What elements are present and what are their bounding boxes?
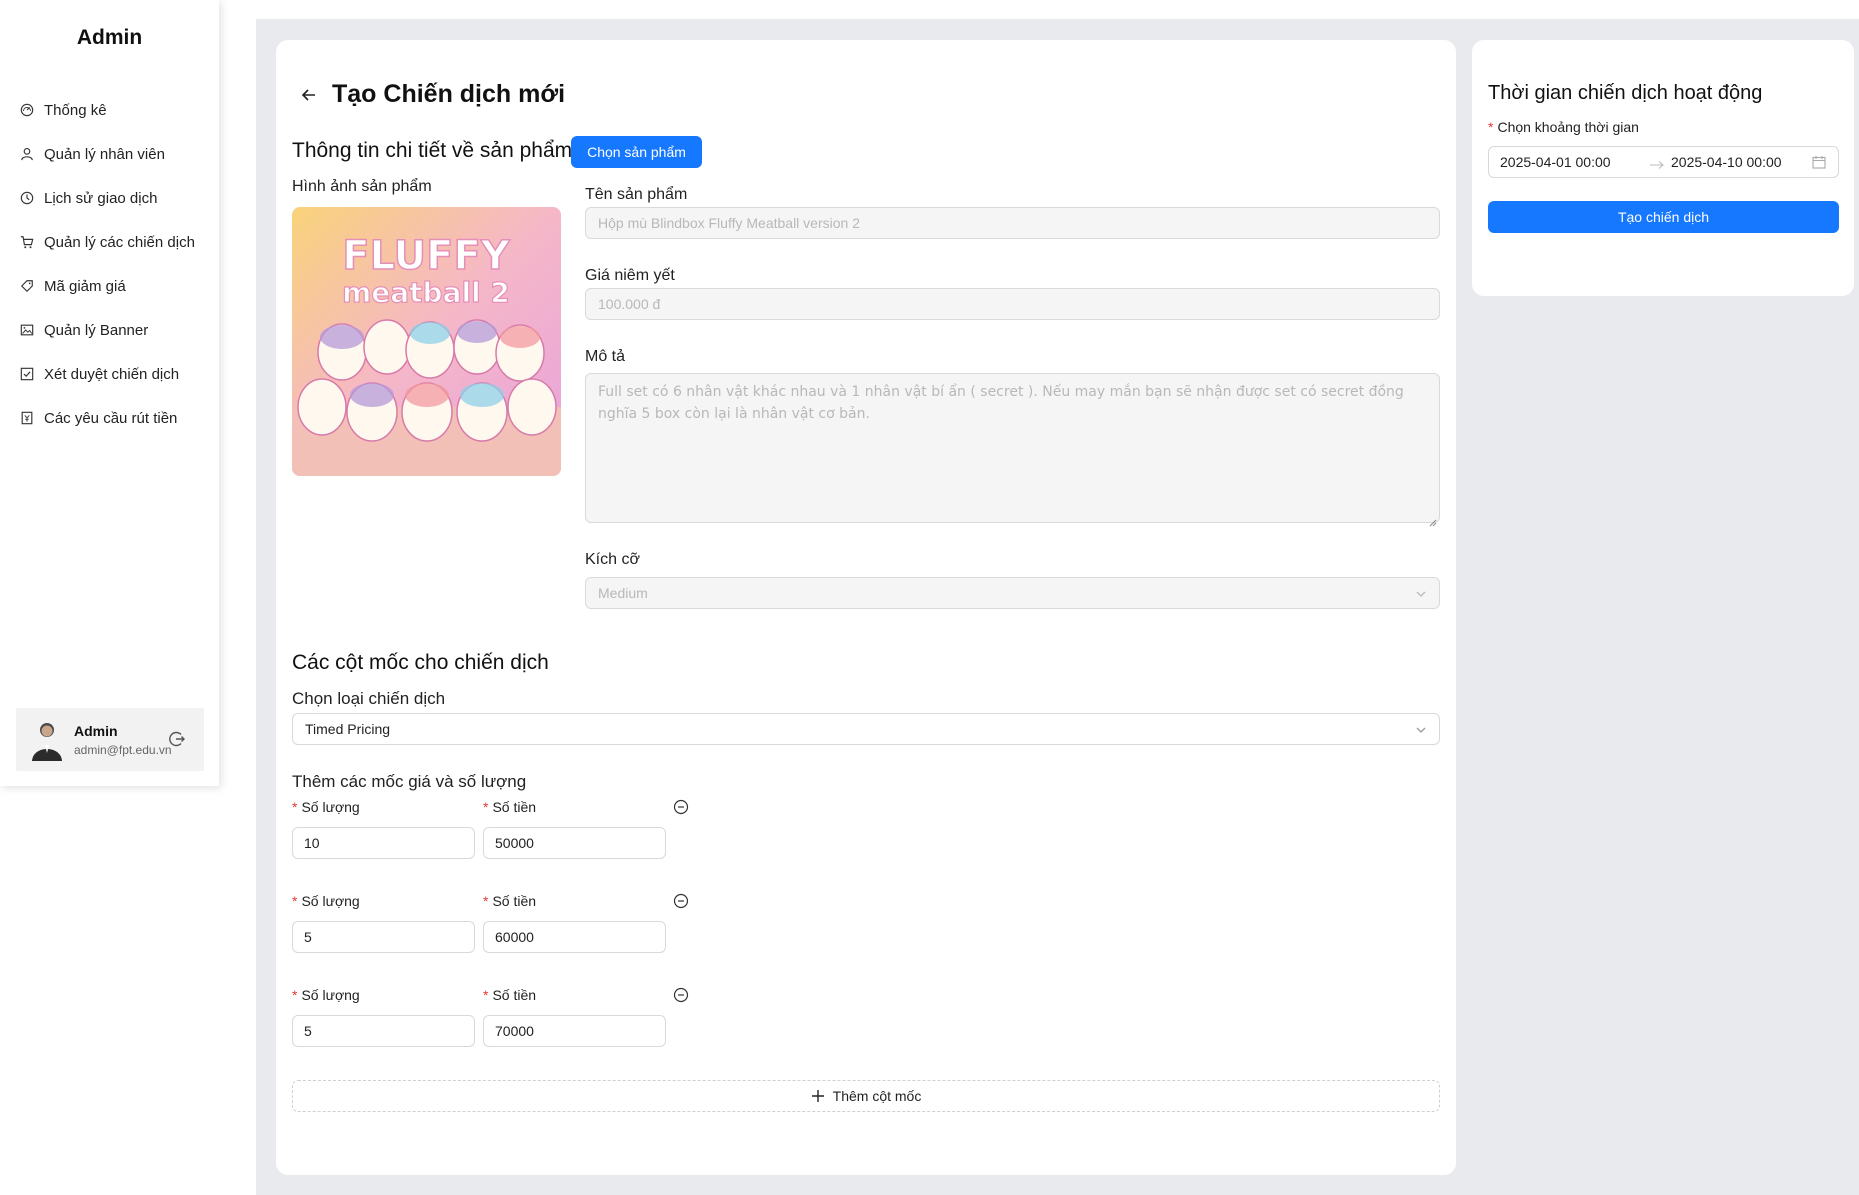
quantity-input[interactable]: 10 bbox=[292, 827, 475, 859]
create-campaign-button[interactable]: Tạo chiến dịch bbox=[1488, 201, 1839, 233]
end-date-input[interactable]: 2025-04-10 00:00 bbox=[1671, 154, 1782, 170]
sidebar-item-chien-dich[interactable]: Quản lý các chiến dịch bbox=[0, 220, 219, 264]
add-milestone-button[interactable]: Thêm cột mốc bbox=[292, 1080, 1440, 1112]
brand-title: Admin bbox=[76, 26, 143, 49]
date-range-label: * Chọn khoảng thời gian bbox=[1488, 119, 1639, 135]
arrow-right-icon bbox=[1649, 157, 1665, 169]
user-email: admin@fpt.edu.vn bbox=[74, 742, 172, 757]
page-title: Tạo Chiến dịch mới bbox=[332, 80, 566, 108]
product-image-label: Hình ảnh sản phẩm bbox=[292, 178, 432, 195]
quantity-label: * Số lượng bbox=[292, 893, 360, 909]
user-name: Admin bbox=[74, 722, 118, 739]
required-mark: * bbox=[1488, 119, 1494, 135]
cart-icon bbox=[20, 235, 34, 249]
milestones-section-title: Các cột mốc cho chiến dịch bbox=[292, 651, 549, 674]
sidebar: Admin Thống kê Quản lý nhân viên Lịch sử… bbox=[0, 0, 219, 786]
remove-tier-icon[interactable] bbox=[673, 893, 689, 909]
resize-grip-icon[interactable] bbox=[1429, 512, 1437, 527]
start-date-input[interactable]: 2025-04-01 00:00 bbox=[1500, 154, 1611, 170]
sidebar-item-xet-duyet[interactable]: Xét duyệt chiến dịch bbox=[0, 352, 219, 396]
chevron-down-icon bbox=[1415, 587, 1427, 599]
amount-label: * Số tiền bbox=[483, 987, 537, 1003]
sidebar-item-giao-dich[interactable]: Lịch sử giao dịch bbox=[0, 176, 219, 220]
required-mark: * bbox=[483, 799, 489, 815]
sidebar-item-thong-ke[interactable]: Thống kê bbox=[0, 88, 219, 132]
dashboard-icon bbox=[20, 103, 34, 117]
history-icon bbox=[20, 191, 34, 205]
tag-icon bbox=[20, 279, 34, 293]
remove-tier-icon[interactable] bbox=[673, 799, 689, 815]
list-price-label: Giá niêm yết bbox=[585, 267, 675, 284]
sidebar-item-label: Mã giảm giá bbox=[44, 277, 126, 295]
required-mark: * bbox=[483, 987, 489, 1003]
campaign-type-select[interactable]: Timed Pricing bbox=[292, 713, 1440, 745]
tiers-title: Thêm các mốc giá và số lượng bbox=[292, 772, 527, 791]
remove-tier-icon[interactable] bbox=[673, 987, 689, 1003]
avatar bbox=[30, 719, 64, 761]
picture-icon bbox=[20, 323, 34, 337]
sidebar-item-ma-giam-gia[interactable]: Mã giảm giá bbox=[0, 264, 219, 308]
required-mark: * bbox=[292, 987, 298, 1003]
size-select-value: Medium bbox=[598, 585, 648, 601]
amount-input[interactable]: 70000 bbox=[483, 1015, 666, 1047]
sidebar-item-label: Xét duyệt chiến dịch bbox=[44, 365, 180, 383]
sidebar-item-label: Các yêu cầu rút tiền bbox=[44, 409, 178, 427]
amount-label: * Số tiền bbox=[483, 799, 537, 815]
product-image: FLUFFY meatball 2 bbox=[292, 207, 561, 476]
chevron-down-icon bbox=[1415, 723, 1427, 735]
sidebar-item-label: Quản lý nhân viên bbox=[44, 145, 165, 163]
add-milestone-label: Thêm cột mốc bbox=[832, 1088, 922, 1104]
description-text: Full set có 6 nhân vật khác nhau và 1 nh… bbox=[598, 384, 1404, 422]
amount-input[interactable]: 50000 bbox=[483, 827, 666, 859]
sidebar-item-label: Quản lý Banner bbox=[44, 321, 149, 339]
quantity-input[interactable]: 5 bbox=[292, 1015, 475, 1047]
sidebar-item-banner[interactable]: Quản lý Banner bbox=[0, 308, 219, 352]
quantity-label: * Số lượng bbox=[292, 987, 360, 1003]
description-textarea[interactable]: Full set có 6 nhân vật khác nhau và 1 nh… bbox=[585, 373, 1440, 527]
amount-input[interactable]: 60000 bbox=[483, 921, 666, 953]
campaign-type-value: Timed Pricing bbox=[305, 721, 391, 737]
product-name-input[interactable]: Hộp mù Blindbox Fluffy Meatball version … bbox=[585, 207, 1440, 239]
logout-icon[interactable] bbox=[168, 730, 186, 748]
quantity-input[interactable]: 5 bbox=[292, 921, 475, 953]
sidebar-item-label: Thống kê bbox=[44, 101, 107, 119]
check-square-icon bbox=[20, 367, 34, 381]
product-section-title: Thông tin chi tiết về sản phẩm bbox=[292, 139, 573, 162]
sidebar-item-label: Quản lý các chiến dịch bbox=[44, 233, 195, 251]
plus-icon bbox=[811, 1089, 825, 1103]
choose-product-button[interactable]: Chọn sản phẩm bbox=[571, 136, 702, 168]
date-range-picker[interactable]: 2025-04-01 00:00 2025-04-10 00:00 bbox=[1488, 146, 1839, 178]
user-card: Admin admin@fpt.edu.vn bbox=[16, 708, 204, 771]
description-label: Mô tả bbox=[585, 348, 626, 365]
sidebar-item-nhan-vien[interactable]: Quản lý nhân viên bbox=[0, 132, 219, 176]
product-image-subtitle: meatball 2 bbox=[342, 276, 510, 309]
withdraw-icon bbox=[20, 411, 34, 425]
campaign-type-label: Chọn loại chiến dịch bbox=[292, 689, 446, 708]
size-label: Kích cỡ bbox=[585, 551, 640, 568]
quantity-label: * Số lượng bbox=[292, 799, 360, 815]
sidebar-item-rut-tien[interactable]: Các yêu cầu rút tiền bbox=[0, 396, 219, 440]
amount-label: * Số tiền bbox=[483, 893, 537, 909]
user-icon bbox=[20, 147, 34, 161]
page-header: Tạo Chiến dịch mới bbox=[300, 80, 565, 109]
arrow-left-icon[interactable] bbox=[300, 86, 318, 104]
required-mark: * bbox=[292, 799, 298, 815]
product-image-title: FLUFFY bbox=[342, 233, 511, 279]
calendar-icon bbox=[1812, 155, 1826, 169]
required-mark: * bbox=[292, 893, 298, 909]
sidebar-nav: Thống kê Quản lý nhân viên Lịch sử giao … bbox=[0, 88, 219, 440]
size-select[interactable]: Medium bbox=[585, 577, 1440, 609]
product-name-label: Tên sản phẩm bbox=[585, 186, 688, 203]
sidebar-item-label: Lịch sử giao dịch bbox=[44, 189, 158, 207]
schedule-title: Thời gian chiến dịch hoạt động bbox=[1488, 82, 1763, 104]
required-mark: * bbox=[483, 893, 489, 909]
list-price-input[interactable]: 100.000 đ bbox=[585, 288, 1440, 320]
